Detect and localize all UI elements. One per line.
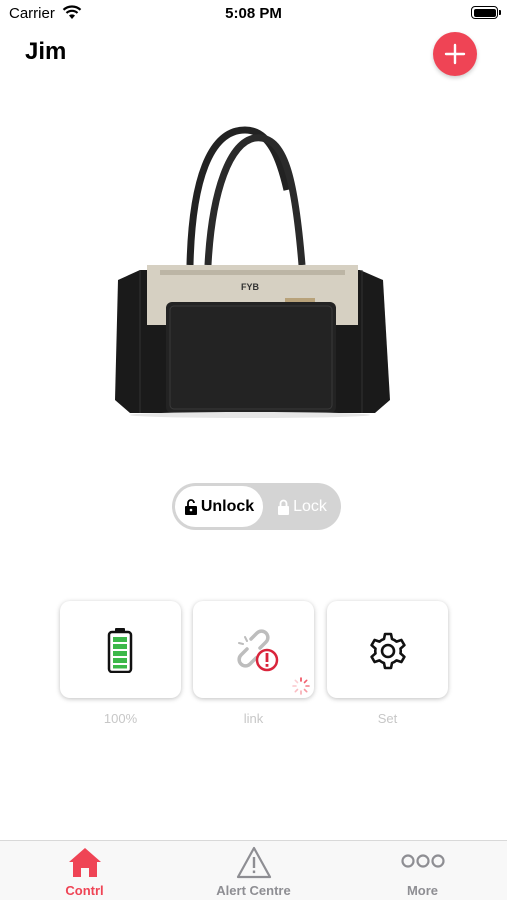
loading-spinner-icon — [292, 677, 310, 695]
tab-alert-centre-label: Alert Centre — [216, 883, 291, 898]
link-status-label: link — [243, 711, 264, 726]
status-time: 5:08 PM — [225, 5, 282, 22]
padlock-icon — [278, 499, 290, 515]
lock-label: Lock — [293, 497, 327, 515]
gear-icon — [370, 632, 406, 670]
unlocked-padlock-icon — [184, 498, 197, 515]
tab-more-label: More — [406, 883, 439, 898]
battery-tile[interactable] — [60, 601, 181, 698]
battery-icon — [107, 628, 133, 673]
lock-option[interactable]: Lock — [265, 486, 339, 527]
more-icon — [400, 854, 445, 868]
settings-tile[interactable] — [327, 601, 448, 698]
add-button[interactable] — [433, 32, 477, 76]
svg-text:FYB: FYB — [241, 282, 260, 292]
battery-level-label: 100% — [103, 711, 138, 726]
tab-alert-centre[interactable]: Alert Centre — [169, 841, 338, 900]
link-tile[interactable] — [193, 601, 314, 698]
unlock-option[interactable]: Unlock — [175, 486, 263, 527]
home-icon — [68, 848, 101, 877]
settings-label: Set — [377, 711, 398, 726]
tab-contrl-label: Contrl — [65, 883, 104, 898]
warning-icon — [236, 846, 271, 879]
tab-contrl[interactable]: Contrl — [0, 841, 169, 900]
broken-link-icon — [237, 629, 279, 672]
page-title: Jim — [25, 38, 67, 65]
lock-toggle: Unlock Lock — [172, 483, 341, 530]
tab-bar: Contrl Alert Centre More — [0, 840, 507, 900]
plus-icon — [444, 43, 466, 65]
tab-more[interactable]: More — [338, 841, 507, 900]
handbag-image: FYB — [115, 126, 390, 418]
status-battery-icon — [471, 6, 501, 19]
status-bar: Carrier 5:08 PM — [0, 0, 507, 28]
unlock-label: Unlock — [200, 497, 255, 515]
